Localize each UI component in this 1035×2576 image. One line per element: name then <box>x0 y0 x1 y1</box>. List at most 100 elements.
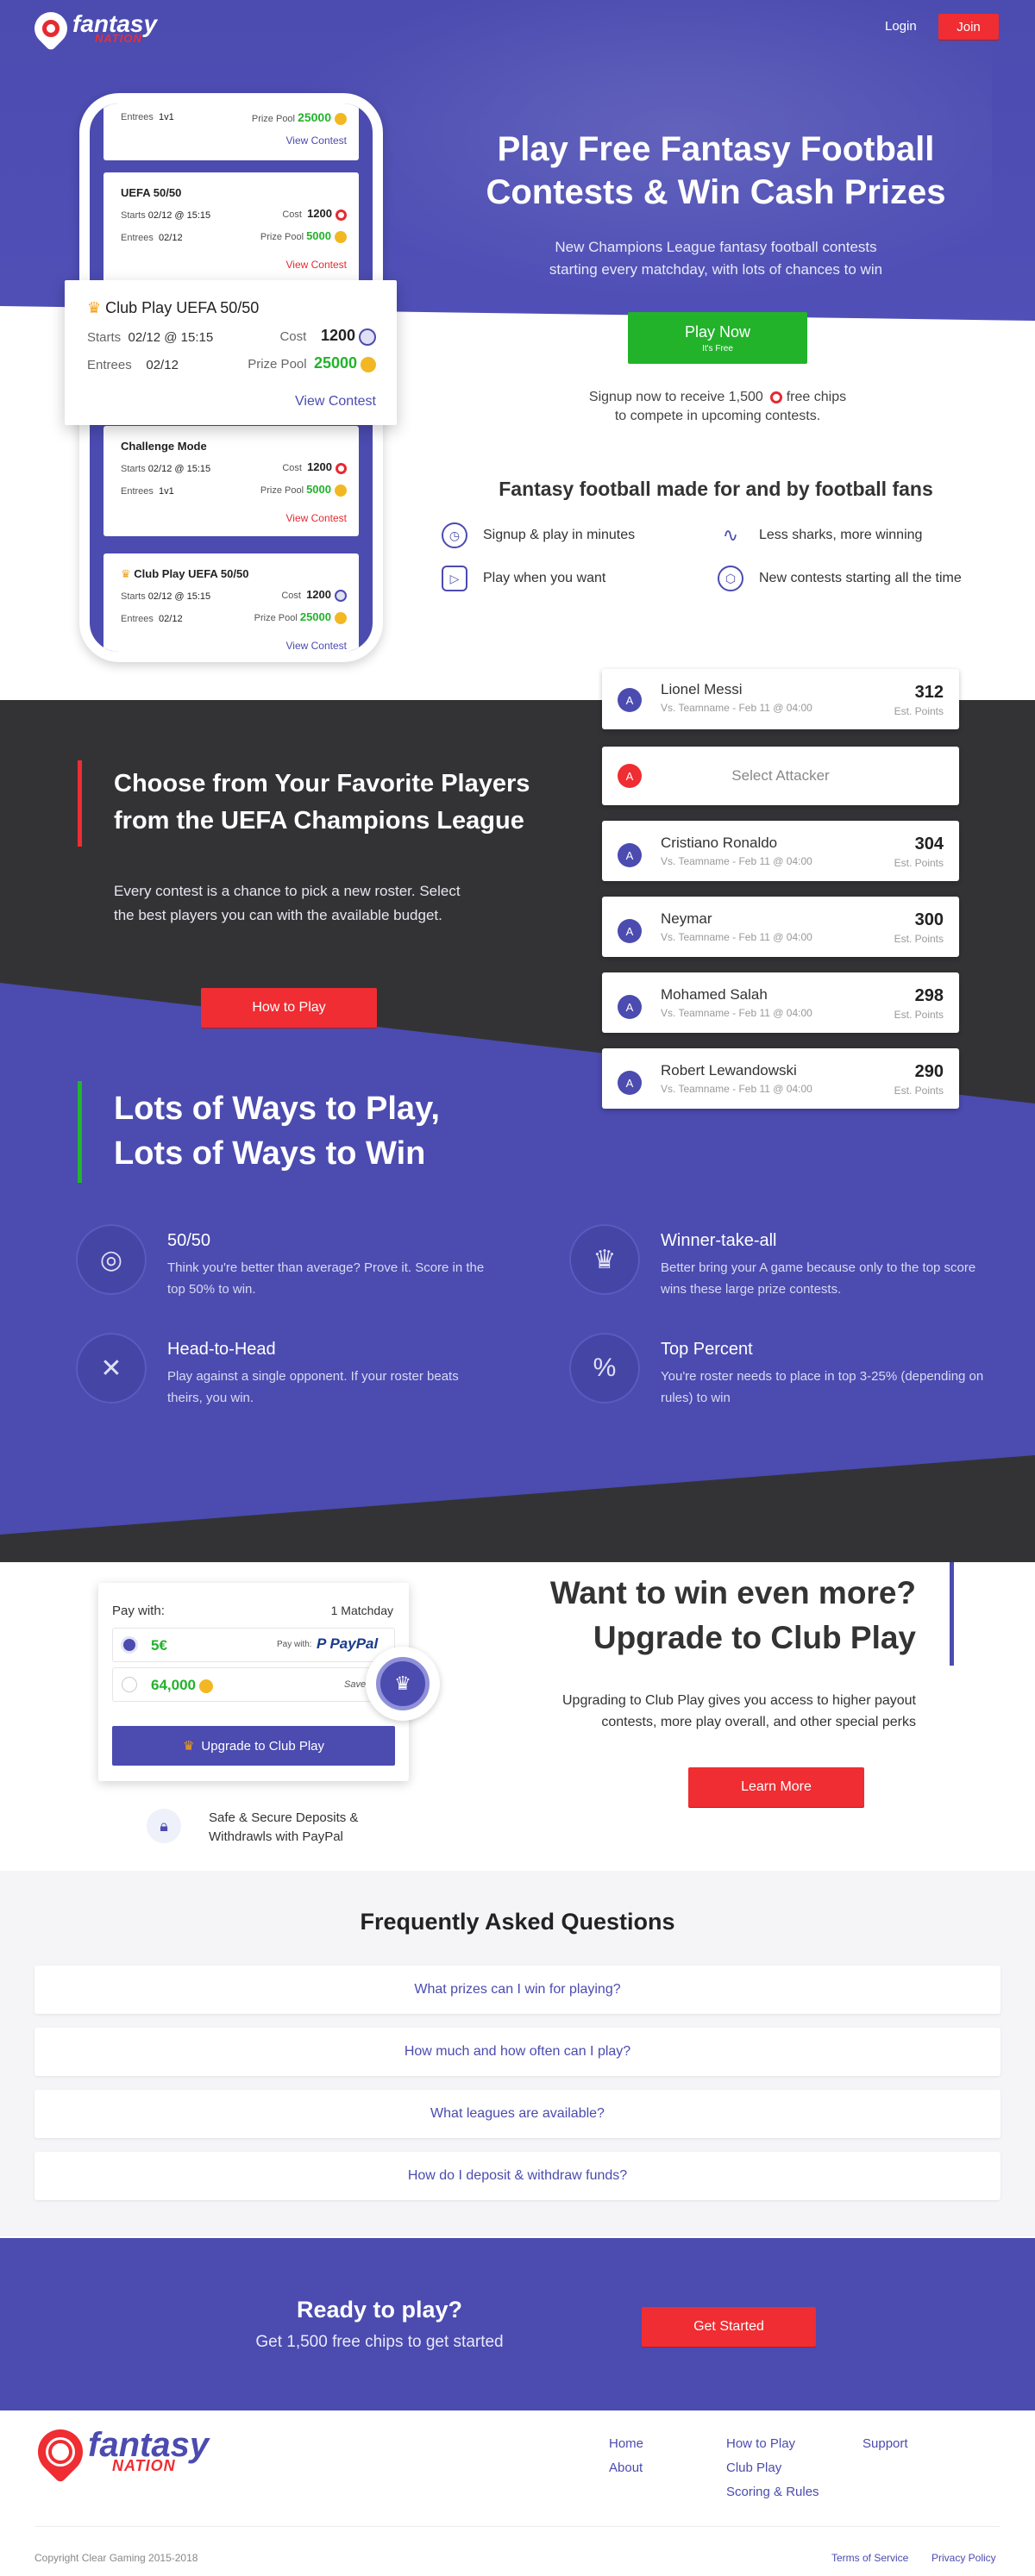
payment-option-chips[interactable]: 64,000 Save 1 <box>112 1667 395 1702</box>
cost-label: Cost <box>281 591 301 601</box>
points-label: Est. Points <box>894 857 944 869</box>
starts-value: 02/12 @ 15:15 <box>147 464 211 474</box>
crown-icon: ♛ <box>87 299 102 316</box>
coin-icon <box>199 1679 213 1693</box>
players-desc-line1: Every contest is a chance to pick a new … <box>114 883 461 899</box>
view-contest-link[interactable]: View Contest <box>295 394 376 410</box>
clock-icon: ◷ <box>442 522 467 548</box>
cta-subtitle: Get 1,500 free chips to get started <box>255 2333 504 2351</box>
player-card[interactable]: A Mohamed Salah Vs. Teamname - Feb 11 @ … <box>602 972 959 1033</box>
crown-trophy-icon: ♛ <box>569 1224 640 1295</box>
accent-bar-purple <box>950 1562 954 1666</box>
player-points: 298 <box>914 986 944 1005</box>
chip-icon <box>770 391 783 403</box>
select-attacker-slot[interactable]: A Select Attacker <box>602 747 959 805</box>
player-card[interactable]: A Lionel Messi Vs. Teamname - Feb 11 @ 0… <box>602 669 959 729</box>
contest-title: UEFA 50/50 <box>121 186 182 199</box>
player-card[interactable]: A Cristiano Ronaldo Vs. Teamname - Feb 1… <box>602 821 959 881</box>
footer-link-support[interactable]: Support <box>862 2436 908 2451</box>
footer-logo[interactable]: fantasy NATION <box>28 2420 209 2484</box>
logo-ball-icon <box>28 5 74 52</box>
player-card[interactable]: A Neymar Vs. Teamname - Feb 11 @ 04:00 3… <box>602 897 959 957</box>
paypal-logo: P PayPal <box>317 1635 379 1652</box>
club-badge: ♛ <box>366 1647 440 1721</box>
cost-value: 1200 <box>306 588 331 601</box>
login-link[interactable]: Login <box>885 19 917 34</box>
footer-link-scoring-rules[interactable]: Scoring & Rules <box>726 2485 819 2499</box>
learn-more-button[interactable]: Learn More <box>688 1767 864 1807</box>
copyright: Copyright Clear Gaming 2015-2018 <box>34 2552 198 2564</box>
club-desc-line1: Upgrading to Club Play gives you access … <box>561 1693 916 1708</box>
points-label: Est. Points <box>894 1009 944 1021</box>
player-card[interactable]: A Robert Lewandowski Vs. Teamname - Feb … <box>602 1048 959 1109</box>
select-attacker-label: Select Attacker <box>731 767 830 784</box>
points-label: Est. Points <box>894 1085 944 1097</box>
upgrade-button-label: Upgrade to Club Play <box>201 1738 325 1754</box>
entries-value: 02/12 <box>159 233 183 243</box>
coin-icon <box>335 612 347 625</box>
faq-item[interactable]: How much and how often can I play? <box>34 2028 1000 2076</box>
player-match: Vs. Teamname - Feb 11 @ 04:00 <box>661 702 812 714</box>
coin-icon <box>361 357 376 373</box>
play-now-button[interactable]: Play Now It's Free <box>628 312 807 364</box>
club-desc-line2: contests, more play overall, and other s… <box>601 1715 916 1729</box>
entries-label: Entrees <box>121 486 154 497</box>
footer-link-club-play[interactable]: Club Play <box>726 2460 781 2475</box>
faq-item[interactable]: How do I deposit & withdraw funds? <box>34 2152 1000 2200</box>
option-price: 64,000 <box>151 1677 196 1693</box>
lock-icon: 🔒︎ <box>147 1809 181 1843</box>
radio-selected[interactable] <box>123 1639 135 1651</box>
privacy-link[interactable]: Privacy Policy <box>932 2552 996 2564</box>
contest-title: Club Play UEFA 50/50 <box>134 567 249 580</box>
view-contest-link[interactable]: View Contest <box>286 512 347 524</box>
radio-unselected[interactable] <box>122 1677 137 1692</box>
contest-card: Entrees 1v1 Prize Pool 25000 View Contes… <box>104 103 359 160</box>
attacker-avatar: A <box>618 843 642 867</box>
ways-title-line2: Lots of Ways to Win <box>114 1135 426 1172</box>
how-to-play-button[interactable]: How to Play <box>201 988 377 1028</box>
club-crown-icon: ♛ <box>376 1657 430 1710</box>
attacker-avatar: A <box>618 1071 642 1095</box>
faq-item[interactable]: What leagues are available? <box>34 2090 1000 2138</box>
club-play-desc: Upgrading to Club Play gives you access … <box>483 1690 916 1733</box>
secure-line1: Safe & Secure Deposits & <box>209 1810 359 1825</box>
get-started-button[interactable]: Get Started <box>642 2307 816 2347</box>
hero-title-line1: Play Free Fantasy Football <box>497 130 935 168</box>
terms-link[interactable]: Terms of Service <box>831 2552 908 2564</box>
player-name: Mohamed Salah <box>661 986 768 1003</box>
footer-link-home[interactable]: Home <box>609 2436 643 2451</box>
player-points: 304 <box>914 835 944 853</box>
header-logo[interactable]: fantasy NATION <box>28 5 157 52</box>
signup-text-b: free chips <box>786 390 847 404</box>
coin-icon <box>335 113 347 126</box>
footer-link-about[interactable]: About <box>609 2460 643 2475</box>
crossed-swords-icon: ✕ <box>76 1333 147 1404</box>
footer-divider <box>34 2526 1000 2527</box>
cost-label: Cost <box>279 329 307 344</box>
way-desc: Think you're better than average? Prove … <box>167 1260 485 1297</box>
view-contest-link[interactable]: View Contest <box>286 259 347 271</box>
feature-label: Less sharks, more winning <box>759 528 923 542</box>
payment-option-paypal[interactable]: 5€ Pay with: P PayPal <box>112 1628 395 1662</box>
player-match: Vs. Teamname - Feb 11 @ 04:00 <box>661 855 812 867</box>
entries-value: 1v1 <box>159 486 174 497</box>
view-contest-link[interactable]: View Contest <box>286 134 347 147</box>
upgrade-button[interactable]: ♛ Upgrade to Club Play <box>112 1726 395 1766</box>
prize-label: Prize Pool <box>254 613 298 623</box>
prize-label: Prize Pool <box>260 232 304 242</box>
club-title-line2: Upgrade to Club Play <box>593 1620 916 1655</box>
matchday-label: 1 Matchday <box>330 1604 393 1617</box>
cost-value: 1200 <box>307 460 332 473</box>
hero-title: Play Free Fantasy Football Contests & Wi… <box>431 128 1000 214</box>
pay-with-label: Pay with: <box>112 1604 165 1618</box>
footer-link-how-to-play[interactable]: How to Play <box>726 2436 795 2451</box>
club-chip-icon <box>335 590 347 603</box>
features-title: Fantasy football made for and by footbal… <box>499 478 933 500</box>
join-button[interactable]: Join <box>938 14 999 40</box>
prize-value: 5000 <box>306 229 331 242</box>
prize-label: Prize Pool <box>251 114 295 124</box>
view-contest-link[interactable]: View Contest <box>286 640 347 652</box>
play-icon: ▷ <box>442 566 467 591</box>
faq-item[interactable]: What prizes can I win for playing? <box>34 1966 1000 2014</box>
secure-text: Safe & Secure Deposits & Withdrawls with… <box>209 1809 358 1847</box>
